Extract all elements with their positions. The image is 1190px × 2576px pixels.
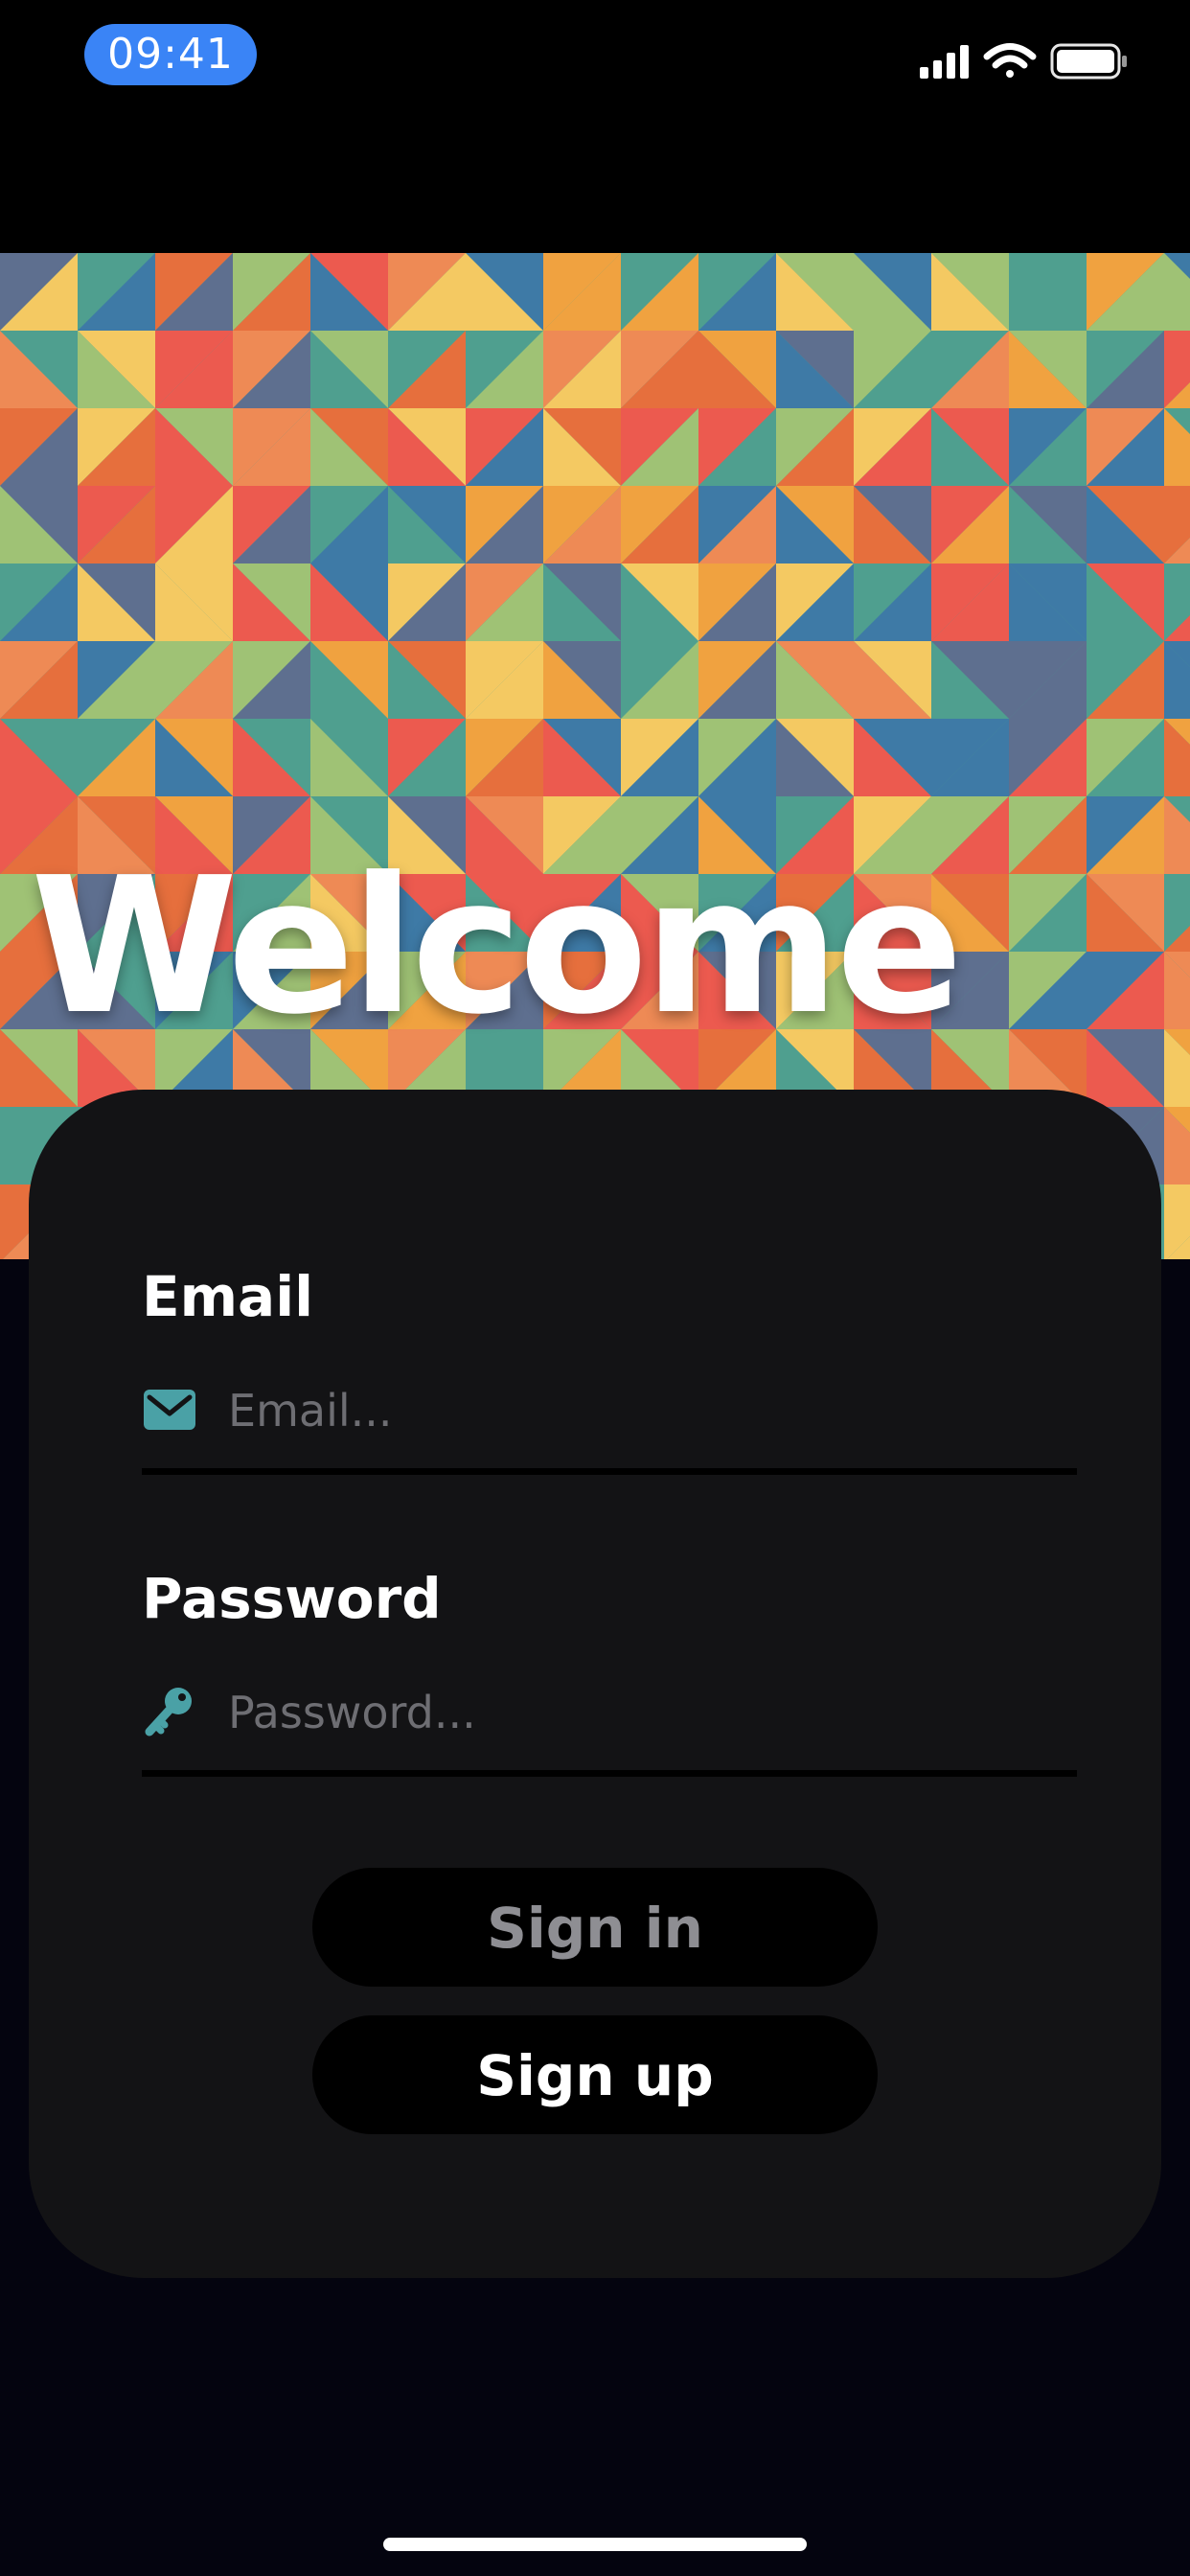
home-indicator	[383, 2538, 807, 2551]
password-label: Password	[142, 1566, 442, 1631]
cellular-signal-icon	[920, 45, 969, 79]
email-input[interactable]	[226, 1376, 1064, 1445]
welcome-title: Welcome	[31, 838, 963, 1056]
status-bar: 09:41	[0, 0, 1190, 253]
sign-up-button[interactable]: Sign up	[312, 2015, 878, 2134]
key-icon	[145, 1688, 192, 1736]
password-input[interactable]	[226, 1678, 1064, 1747]
email-label: Email	[142, 1264, 313, 1329]
login-card: Email Password Sign in Sign up	[29, 1090, 1161, 2278]
status-time: 09:41	[84, 24, 257, 85]
wifi-icon	[983, 43, 1037, 78]
password-field[interactable]	[142, 1665, 1077, 1777]
sign-in-button[interactable]: Sign in	[312, 1868, 878, 1987]
email-field[interactable]	[142, 1363, 1077, 1475]
battery-icon	[1050, 43, 1127, 80]
status-icons	[920, 42, 1131, 80]
envelope-icon	[144, 1390, 195, 1430]
